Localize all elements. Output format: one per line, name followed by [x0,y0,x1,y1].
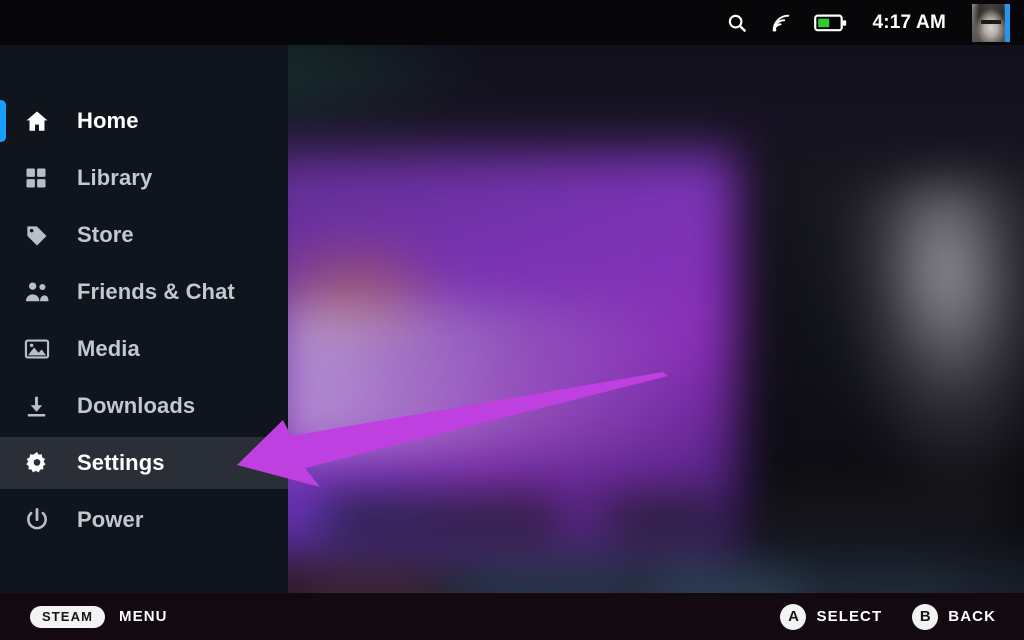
tag-icon [24,221,56,249]
backdrop-row2-capsule [301,566,438,593]
backdrop-filter-button [322,499,562,532]
b-button-glyph: B [912,603,939,630]
sidebar-item-label: Downloads [77,393,196,418]
sidebar-item-power[interactable]: Power [0,494,288,546]
status-bar-items: 4:17 AM [726,3,1024,42]
bottom-left-hints: STEAM MENU [30,605,168,628]
home-icon [24,107,56,135]
avatar-face-detail [981,19,1001,24]
sidebar-item-library[interactable]: Library [0,152,288,204]
sidebar-item-label: Power [77,507,144,532]
sidebar-item-label: Media [77,336,140,361]
a-button-glyph: A [780,603,807,630]
sidebar-item-media[interactable]: Media [0,323,288,375]
sidebar-item-label: Settings [77,450,165,475]
wifi-icon[interactable] [770,12,792,34]
steam-button-pill[interactable]: STEAM [30,605,105,628]
sidebar-item-downloads[interactable]: Downloads [0,380,288,432]
main-menu-sidebar[interactable]: Home Library Store Friends & Chat Media … [0,45,288,593]
hint-back[interactable]: B BACK [912,603,996,630]
focus-indicator-bar [0,100,6,142]
clock: 4:17 AM [872,11,946,33]
backdrop-filter-button [759,499,1010,532]
sidebar-item-label: Friends & Chat [77,279,235,304]
power-icon [24,506,56,534]
image-icon [24,335,56,363]
bottom-right-hints: A SELECT B BACK [780,603,1010,630]
sidebar-item-label: Home [77,108,139,133]
game-capsule-dark-figure [821,171,1024,521]
sidebar-item-label: Store [77,222,134,247]
sidebar-item-home[interactable]: Home [0,95,288,147]
backdrop-row2-capsule [655,564,802,593]
hint-label: SELECT [816,608,883,625]
search-icon[interactable] [726,12,748,34]
status-bar: 4:17 AM [0,0,1024,45]
sidebar-item-store[interactable]: Store [0,209,288,261]
bottom-hint-bar: STEAM MENU A SELECT B BACK [0,593,1024,640]
download-icon [24,392,56,420]
people-icon [24,278,56,306]
sidebar-item-label: Library [77,165,153,190]
gear-icon [24,449,56,477]
steam-deck-screen: 4:17 AM Home Library Store Friends & Cha… [0,0,1024,640]
grid-icon [24,164,56,192]
backdrop-row2-capsule [468,564,625,593]
sidebar-item-settings[interactable]: Settings [0,437,288,489]
game-capsule-purple-title [281,304,698,451]
battery-icon[interactable] [814,13,848,33]
avatar-online-status [1005,3,1010,42]
hint-label: BACK [948,608,996,625]
avatar[interactable] [972,3,1010,42]
backdrop-row2-capsule [832,566,958,593]
hint-select[interactable]: A SELECT [780,603,883,630]
backdrop-filter-button [603,499,718,532]
menu-hint-label: MENU [119,608,168,625]
sidebar-item-friends-chat[interactable]: Friends & Chat [0,266,288,318]
